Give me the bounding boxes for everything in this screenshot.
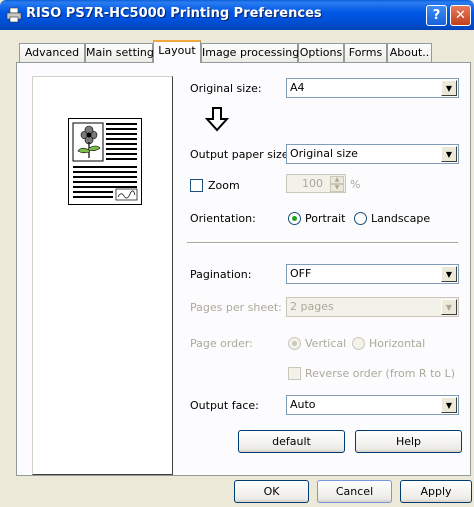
zoom-value: 100 (302, 177, 323, 190)
vertical-label: Vertical (305, 337, 347, 350)
horizontal-label: Horizontal (369, 337, 426, 350)
output-face-value: Auto (290, 398, 316, 411)
zoom-checkbox[interactable] (190, 179, 203, 192)
horizontal-radio[interactable] (352, 337, 365, 350)
spin-up-icon[interactable]: ▲ (330, 176, 344, 184)
tab-options[interactable]: Options (298, 43, 344, 62)
original-size-select[interactable]: A4 ▼ (286, 78, 459, 98)
vertical-radio[interactable] (288, 337, 301, 350)
printer-icon (6, 7, 22, 23)
output-face-label: Output face: (190, 399, 259, 412)
tab-advanced[interactable]: Advanced (19, 43, 85, 62)
output-paper-size-label: Output paper size: (190, 148, 293, 161)
chevron-down-icon[interactable]: ▼ (441, 299, 457, 315)
landscape-radio[interactable] (354, 212, 367, 225)
ok-button[interactable]: OK (234, 480, 309, 503)
title-bar[interactable]: RISO PS7R-HC5000 Printing Preferences ? … (0, 0, 474, 30)
output-paper-size-value: Original size (290, 147, 358, 160)
cancel-button[interactable]: Cancel (317, 480, 392, 503)
landscape-label: Landscape (371, 212, 431, 225)
original-size-value: A4 (290, 81, 305, 94)
apply-button[interactable]: Apply (400, 480, 472, 503)
default-button[interactable]: default (238, 430, 345, 453)
pagination-label: Pagination: (190, 268, 252, 281)
spin-down-icon[interactable]: ▼ (330, 184, 344, 192)
portrait-radio[interactable] (288, 212, 301, 225)
window-title: RISO PS7R-HC5000 Printing Preferences (26, 6, 322, 21)
help-button[interactable]: Help (355, 430, 462, 453)
tab-image-processing[interactable]: Image processing (201, 43, 299, 62)
pagination-value: OFF (290, 267, 312, 280)
page-preview (32, 76, 173, 475)
page-order-label: Page order: (190, 337, 253, 350)
zoom-label: Zoom (208, 179, 240, 192)
close-button[interactable]: ✕ (450, 5, 471, 26)
pages-per-sheet-select[interactable]: 2 pages ▼ (286, 297, 459, 317)
pagination-select[interactable]: OFF ▼ (286, 264, 459, 284)
original-size-label: Original size: (190, 82, 262, 95)
help-title-button[interactable]: ? (426, 5, 447, 26)
zoom-unit: % (350, 178, 361, 191)
chevron-down-icon[interactable]: ▼ (441, 397, 457, 413)
portrait-label: Portrait (305, 212, 346, 225)
pages-per-sheet-label: Pages per sheet: (190, 301, 282, 314)
tab-main-setting[interactable]: Main setting (85, 43, 154, 62)
tab-about[interactable]: About.. (387, 43, 432, 62)
pages-per-sheet-value: 2 pages (290, 300, 334, 313)
chevron-down-icon[interactable]: ▼ (441, 80, 457, 96)
reverse-order-checkbox[interactable] (288, 367, 301, 380)
down-arrow-icon (205, 107, 229, 132)
output-paper-size-select[interactable]: Original size ▼ (286, 144, 459, 164)
chevron-down-icon[interactable]: ▼ (441, 266, 457, 282)
section-divider (187, 242, 458, 244)
orientation-label: Orientation: (190, 212, 256, 225)
tab-forms[interactable]: Forms (344, 43, 387, 62)
chevron-down-icon[interactable]: ▼ (441, 146, 457, 162)
output-face-select[interactable]: Auto ▼ (286, 395, 459, 415)
zoom-stepper[interactable]: 100 ▲ ▼ (286, 174, 346, 193)
page-preview-icon (68, 118, 142, 205)
tab-layout[interactable]: Layout (153, 40, 201, 63)
reverse-order-label: Reverse order (from R to L) (305, 367, 456, 380)
